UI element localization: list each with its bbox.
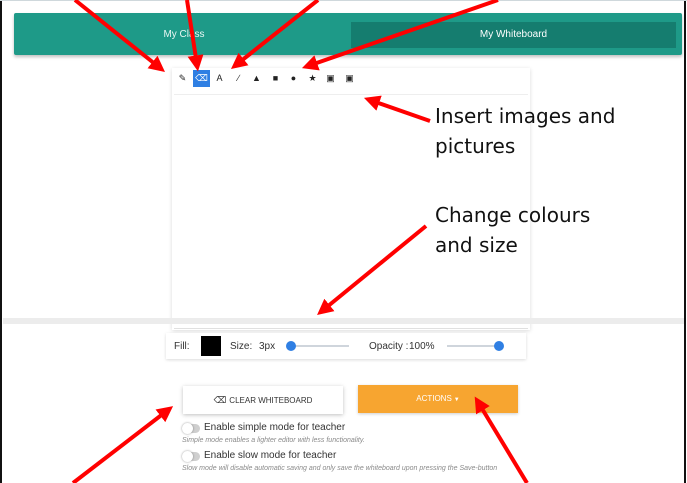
annotation-change-colours-line-1: Change colours [435, 203, 591, 227]
slow-mode-label: Enable slow mode for teacher [204, 450, 337, 461]
arrow-to-clear-button [71, 406, 174, 483]
image-icon[interactable]: ▣ [322, 70, 339, 87]
actions-label: ACTIONS [416, 394, 452, 403]
opacity-value: 100% [409, 341, 435, 352]
size-label: Size: [230, 341, 253, 352]
size-value: 3px [259, 341, 276, 352]
style-properties-bar: Fill: Size: 3px Opacity : 100% [166, 333, 526, 359]
annotation-insert-images-line-1: Insert images and [435, 104, 616, 128]
simple-mode-toggle[interactable] [182, 423, 200, 434]
star-icon[interactable]: ★ [304, 70, 321, 87]
size-slider-track[interactable] [291, 345, 349, 347]
line-icon[interactable]: ∕ [230, 70, 247, 87]
clear-whiteboard-button[interactable]: ⌫ CLEAR WHITEBOARD [183, 386, 343, 414]
annotation-change-colours-line-2: and size [435, 233, 518, 257]
opacity-label: Opacity : [369, 341, 409, 352]
pencil-icon[interactable]: ✎ [174, 70, 191, 87]
annotation-insert-images: Insert images and pictures [435, 101, 615, 161]
top-divider [0, 0, 687, 1]
simple-mode-hint: Simple mode enables a lighter editor wit… [182, 437, 365, 444]
text-icon[interactable]: A [211, 70, 228, 87]
size-slider-handle[interactable] [286, 341, 296, 351]
actions-dropdown-button[interactable]: ACTIONS ▼ [358, 385, 518, 413]
frame-left-border [0, 0, 2, 483]
square-icon[interactable]: ■ [267, 70, 284, 87]
slow-mode-toggle[interactable] [182, 451, 200, 462]
section-divider [3, 318, 684, 324]
tab-my-whiteboard[interactable]: My Whiteboard [351, 22, 676, 48]
clear-whiteboard-label: CLEAR WHITEBOARD [229, 396, 313, 405]
frame-right-border [684, 0, 686, 483]
annotation-change-colours: Change colours and size [435, 200, 590, 260]
caret-down-icon: ▼ [453, 397, 460, 403]
opacity-slider-handle[interactable] [494, 341, 504, 351]
annotation-insert-images-line-2: pictures [435, 134, 516, 158]
fill-color-swatch[interactable] [201, 336, 221, 356]
eraser-icon[interactable]: ⌫ [193, 70, 210, 87]
tab-bar: My Class My Whiteboard [14, 13, 682, 55]
eraser-icon: ⌫ [213, 395, 227, 405]
opacity-slider-track[interactable] [447, 345, 499, 347]
circle-icon[interactable]: ● [285, 70, 302, 87]
fill-label: Fill: [174, 341, 190, 352]
triangle-icon[interactable]: ▲ [248, 70, 265, 87]
picture-icon[interactable]: ▣ [341, 70, 358, 87]
toggle-knob [182, 423, 193, 434]
toggle-knob [182, 451, 193, 462]
tab-my-class[interactable]: My Class [19, 22, 349, 48]
simple-mode-label: Enable simple mode for teacher [204, 422, 346, 433]
slow-mode-hint: Slow mode will disable automatic saving … [182, 465, 498, 472]
